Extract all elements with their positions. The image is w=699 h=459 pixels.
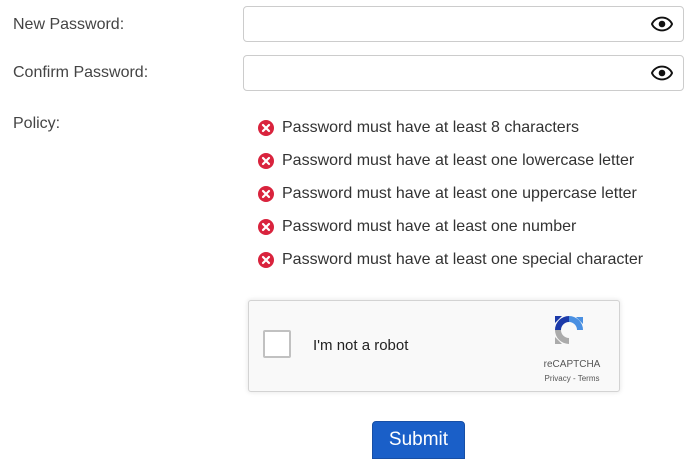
x-circle-icon [258, 218, 274, 235]
change-password-form: New Password: Confirm Password: Policy: … [0, 0, 699, 459]
recaptcha-terms-link[interactable]: Terms [578, 374, 600, 383]
policy-item-text: Password must have at least one uppercas… [282, 184, 637, 202]
recaptcha-label: I'm not a robot [313, 337, 409, 354]
recaptcha-links: Privacy - Terms [529, 374, 615, 383]
eye-icon[interactable] [651, 16, 673, 32]
policy-item-text: Password must have at least one lowercas… [282, 151, 635, 169]
x-circle-icon [258, 185, 274, 202]
eye-icon[interactable] [651, 65, 673, 81]
policy-list: Password must have at least 8 characters… [258, 117, 643, 282]
policy-item-text: Password must have at least one special … [282, 250, 644, 268]
policy-item: Password must have at least one uppercas… [258, 183, 643, 204]
confirm-password-field-wrapper [243, 55, 684, 91]
x-circle-icon [258, 152, 274, 169]
recaptcha-checkbox[interactable] [263, 330, 291, 358]
recaptcha-privacy-link[interactable]: Privacy [545, 374, 571, 383]
recaptcha-brand: reCAPTCHA [543, 359, 601, 370]
policy-label: Policy: [13, 115, 61, 132]
policy-item: Password must have at least one special … [258, 249, 643, 270]
policy-item: Password must have at least 8 characters [258, 117, 643, 138]
new-password-label: New Password: [13, 16, 125, 33]
new-password-field-wrapper [243, 6, 684, 42]
recaptcha-logo-icon [555, 316, 583, 344]
confirm-password-input[interactable] [244, 56, 659, 90]
x-circle-icon [258, 251, 274, 268]
recaptcha-widget: I'm not a robot reCAPTCHA Privacy - Term… [248, 300, 620, 392]
recaptcha-links-separator: - [570, 374, 578, 383]
policy-item: Password must have at least one number [258, 216, 643, 237]
x-circle-icon [258, 119, 274, 136]
policy-item: Password must have at least one lowercas… [258, 150, 643, 171]
policy-item-text: Password must have at least one number [282, 217, 577, 235]
policy-item-text: Password must have at least 8 characters [282, 118, 580, 136]
submit-button[interactable]: Submit [372, 421, 465, 459]
confirm-password-label: Confirm Password: [13, 64, 149, 81]
new-password-input[interactable] [244, 7, 659, 41]
